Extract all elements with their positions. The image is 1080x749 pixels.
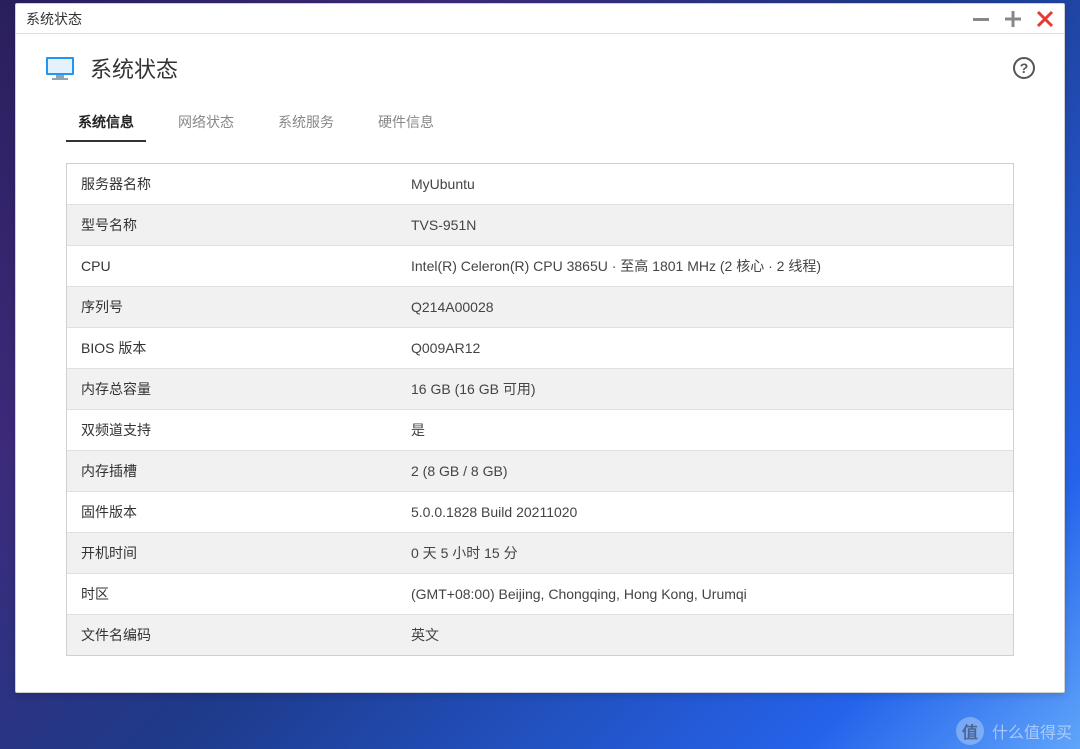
system-info-table: 服务器名称 MyUbuntu 型号名称 TVS-951N CPU Intel(R… xyxy=(66,163,1014,656)
minimize-button[interactable] xyxy=(972,10,990,28)
svg-text:?: ? xyxy=(1020,60,1029,76)
watermark-text: 什么值得买 xyxy=(992,719,1072,743)
value-server-name: MyUbuntu xyxy=(397,166,1013,202)
value-dual-channel: 是 xyxy=(397,410,1013,450)
system-status-window: 系统状态 xyxy=(15,3,1065,693)
tab-bar: 系统信息 网络状态 系统服务 硬件信息 xyxy=(16,94,1064,143)
tab-network-status[interactable]: 网络状态 xyxy=(166,104,246,142)
table-row: 内存总容量 16 GB (16 GB 可用) xyxy=(67,369,1013,410)
monitor-icon xyxy=(44,56,76,80)
table-row: BIOS 版本 Q009AR12 xyxy=(67,328,1013,369)
label-cpu: CPU xyxy=(67,248,397,284)
table-row: 型号名称 TVS-951N xyxy=(67,205,1013,246)
label-filename-encoding: 文件名编码 xyxy=(67,615,397,655)
window-title: 系统状态 xyxy=(26,9,972,29)
titlebar: 系统状态 xyxy=(16,4,1064,34)
value-serial: Q214A00028 xyxy=(397,289,1013,325)
value-model-name: TVS-951N xyxy=(397,207,1013,243)
label-uptime: 开机时间 xyxy=(67,533,397,573)
plus-icon xyxy=(1004,10,1022,28)
value-filename-encoding: 英文 xyxy=(397,615,1013,655)
table-row: 固件版本 5.0.0.1828 Build 20211020 xyxy=(67,492,1013,533)
table-row: 内存插槽 2 (8 GB / 8 GB) xyxy=(67,451,1013,492)
label-memory-slots: 内存插槽 xyxy=(67,451,397,491)
value-uptime: 0 天 5 小时 15 分 xyxy=(397,533,1013,573)
label-model-name: 型号名称 xyxy=(67,205,397,245)
value-cpu: Intel(R) Celeron(R) CPU 3865U · 至高 1801 … xyxy=(397,246,1013,286)
tab-system-services[interactable]: 系统服务 xyxy=(266,104,346,142)
label-dual-channel: 双频道支持 xyxy=(67,410,397,450)
page-title: 系统状态 xyxy=(90,52,998,84)
close-button[interactable] xyxy=(1036,10,1054,28)
tab-hardware-info[interactable]: 硬件信息 xyxy=(366,104,446,142)
label-serial: 序列号 xyxy=(67,287,397,327)
content-area: 服务器名称 MyUbuntu 型号名称 TVS-951N CPU Intel(R… xyxy=(16,143,1064,692)
watermark-badge: 值 xyxy=(956,717,984,745)
header: 系统状态 ? xyxy=(16,34,1064,94)
table-row: 时区 (GMT+08:00) Beijing, Chongqing, Hong … xyxy=(67,574,1013,615)
table-row: 序列号 Q214A00028 xyxy=(67,287,1013,328)
value-timezone: (GMT+08:00) Beijing, Chongqing, Hong Kon… xyxy=(397,576,1013,612)
label-bios: BIOS 版本 xyxy=(67,328,397,368)
minimize-icon xyxy=(972,10,990,28)
table-row: 开机时间 0 天 5 小时 15 分 xyxy=(67,533,1013,574)
table-row: CPU Intel(R) Celeron(R) CPU 3865U · 至高 1… xyxy=(67,246,1013,287)
watermark: 值 什么值得买 xyxy=(956,717,1072,745)
value-bios: Q009AR12 xyxy=(397,330,1013,366)
help-button[interactable]: ? xyxy=(1012,56,1036,80)
window-controls xyxy=(972,10,1054,28)
table-row: 文件名编码 英文 xyxy=(67,615,1013,655)
help-icon: ? xyxy=(1012,56,1036,80)
table-row: 双频道支持 是 xyxy=(67,410,1013,451)
label-timezone: 时区 xyxy=(67,574,397,614)
maximize-button[interactable] xyxy=(1004,10,1022,28)
close-icon xyxy=(1036,10,1054,28)
label-firmware: 固件版本 xyxy=(67,492,397,532)
tab-system-info[interactable]: 系统信息 xyxy=(66,104,146,142)
value-memory-slots: 2 (8 GB / 8 GB) xyxy=(397,453,1013,489)
table-row: 服务器名称 MyUbuntu xyxy=(67,164,1013,205)
value-memory-total: 16 GB (16 GB 可用) xyxy=(397,369,1013,409)
label-memory-total: 内存总容量 xyxy=(67,369,397,409)
label-server-name: 服务器名称 xyxy=(67,164,397,204)
value-firmware: 5.0.0.1828 Build 20211020 xyxy=(397,494,1013,530)
